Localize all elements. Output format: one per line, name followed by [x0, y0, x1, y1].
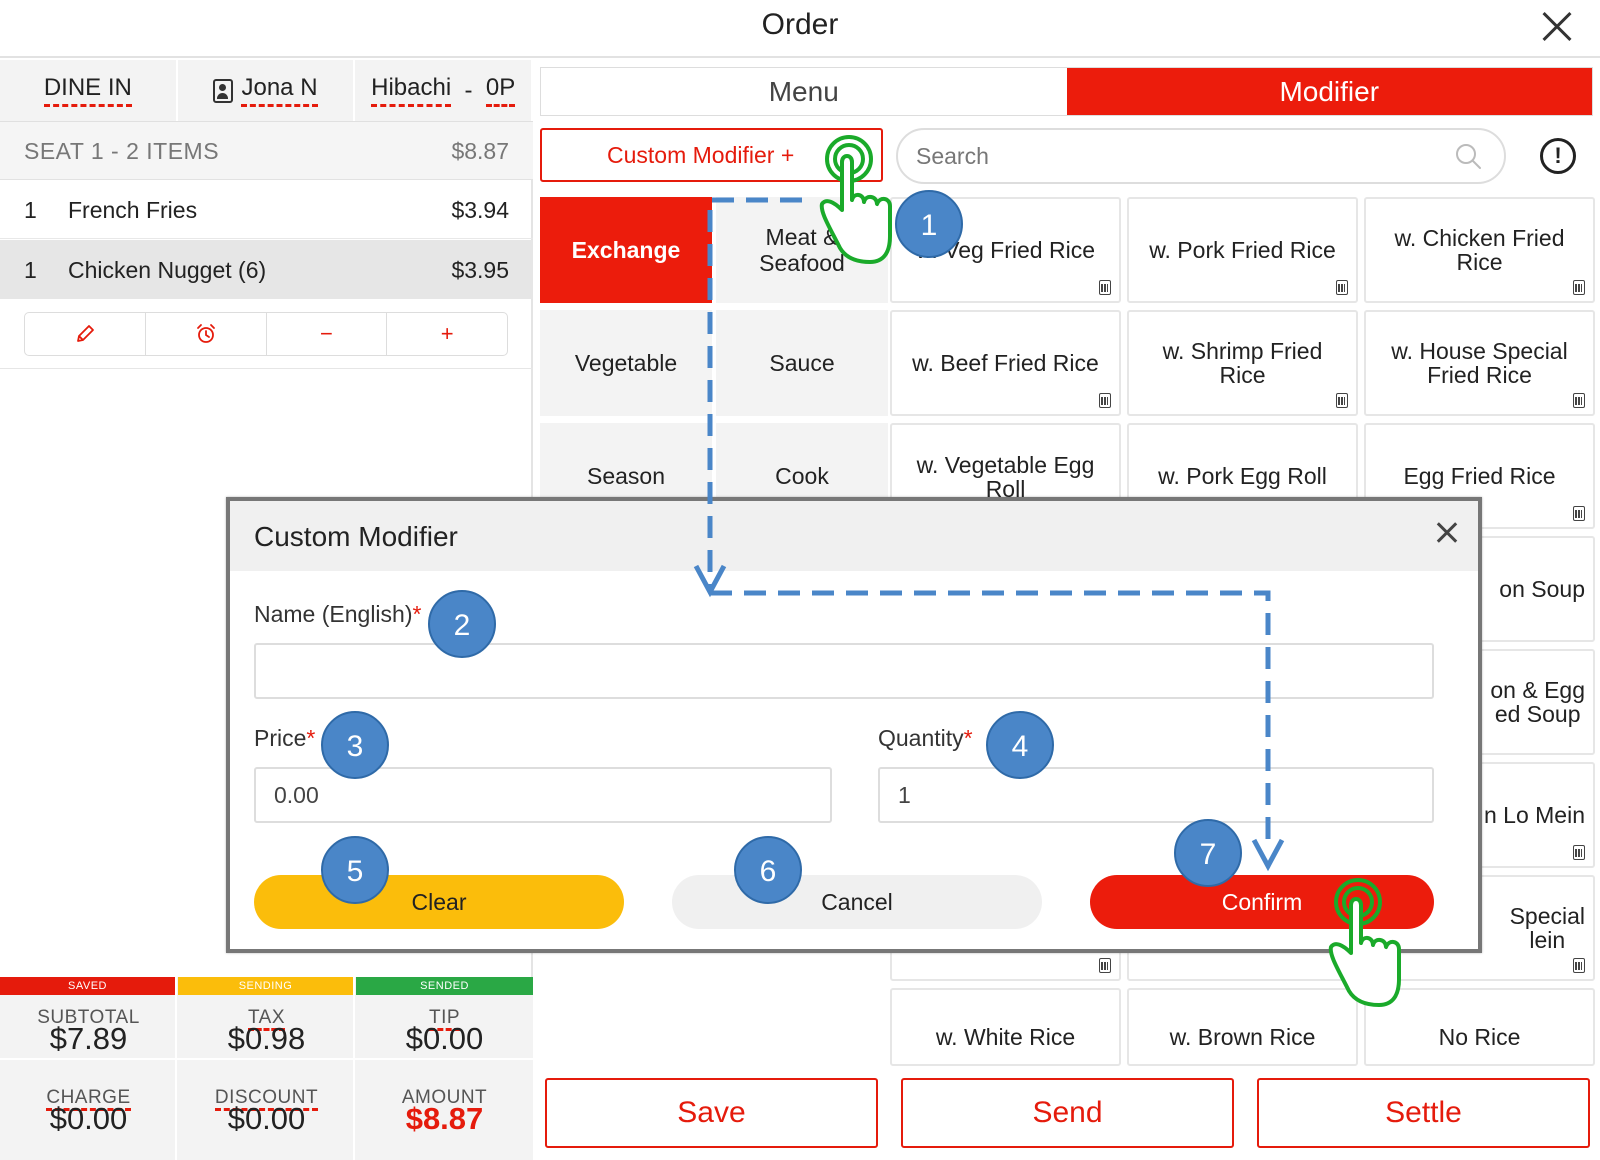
discount-value: $0.00 [227, 1101, 306, 1136]
table-button[interactable]: Hibachi - 0P [355, 60, 534, 121]
edit-button[interactable] [25, 313, 146, 355]
server-button[interactable]: Jona N [178, 60, 356, 121]
order-type-button[interactable]: DINE IN [0, 60, 178, 121]
modifier-item[interactable]: w. Beef Fried Rice [890, 310, 1121, 416]
custom-modifier-dialog: Custom Modifier Name (English)* Price* 0… [226, 497, 1482, 953]
person-badge-icon [213, 78, 234, 103]
calculator-icon [1336, 393, 1348, 408]
sending-status-bar: SENDING [178, 977, 353, 995]
totals-panel: SAVED SUBTOTAL $7.89 CHARGE $0.00 SENDIN… [0, 977, 533, 1160]
calculator-icon [1573, 845, 1585, 860]
tip-value: $0.00 [405, 1021, 484, 1056]
close-icon[interactable] [1536, 6, 1576, 46]
name-label: Name (English)* [254, 601, 422, 627]
name-input[interactable] [254, 643, 1434, 699]
page-title: Order [761, 8, 839, 41]
dialog-header: Custom Modifier [230, 501, 1478, 571]
category-meat-seafood[interactable]: Meat & Seafood [716, 197, 888, 303]
price-input[interactable]: 0.00 [254, 767, 832, 823]
item-qty: 1 [24, 197, 37, 223]
dialog-title: Custom Modifier [254, 521, 458, 552]
order-item-row-selected[interactable]: 1 Chicken Nugget (6) $3.95 [0, 240, 533, 299]
tab-modifier[interactable]: Modifier [1066, 68, 1592, 115]
quantity-input[interactable]: 1 [878, 767, 1434, 823]
modifier-item[interactable]: w. Pork Fried Rice [1127, 197, 1358, 303]
category-exchange[interactable]: Exchange [540, 197, 712, 303]
close-icon[interactable] [1434, 519, 1460, 545]
subtotal-value: $7.89 [49, 1021, 128, 1056]
confirm-button[interactable]: Confirm [1090, 875, 1434, 929]
calculator-icon [1099, 393, 1111, 408]
decrease-button[interactable]: − [267, 313, 388, 355]
modifier-item[interactable]: w. Veg Fried Rice [890, 197, 1121, 303]
tax-column: SENDING TAX $0.98 DISCOUNT $0.00 [178, 977, 355, 1160]
amount-value: $8.87 [405, 1101, 484, 1136]
item-action-bar: − + [24, 312, 508, 356]
saved-status-bar: SAVED [0, 977, 175, 995]
seat-label: SEAT 1 - 2 ITEMS [24, 138, 220, 164]
calculator-icon [1573, 280, 1585, 295]
timer-button[interactable] [146, 313, 267, 355]
modifier-item[interactable]: w. Brown Rice [1127, 988, 1358, 1066]
settle-button[interactable]: Settle [1257, 1078, 1590, 1148]
modifier-item[interactable]: w. Shrimp Fried Rice [1127, 310, 1358, 416]
seat-header[interactable]: SEAT 1 - 2 ITEMS $8.87 [0, 122, 533, 180]
calculator-icon [1099, 280, 1111, 295]
modifier-item[interactable]: w. House Special Fried Rice [1364, 310, 1595, 416]
divider [0, 1058, 533, 1060]
search-input[interactable]: Search [896, 128, 1506, 184]
save-button[interactable]: Save [545, 1078, 878, 1148]
item-name: Chicken Nugget (6) [68, 257, 267, 283]
info-alert-icon[interactable]: ! [1540, 138, 1576, 174]
quantity-label: Quantity* [878, 725, 973, 751]
charge-value: $0.00 [49, 1101, 128, 1136]
plus-icon: + [440, 321, 454, 346]
pencil-icon [76, 325, 94, 342]
menu-modifier-tabs: Menu Modifier [540, 67, 1593, 116]
calculator-icon [1336, 280, 1348, 295]
clear-button[interactable]: Clear [254, 875, 624, 929]
order-item-row[interactable]: 1 French Fries $3.94 [0, 180, 533, 239]
modifier-item[interactable]: w. White Rice [890, 988, 1121, 1066]
order-info-bar: DINE IN Jona N Hibachi - 0P [0, 60, 534, 122]
search-placeholder: Search [916, 143, 989, 169]
calculator-icon [1099, 958, 1111, 973]
header-bar: Order [0, 0, 1600, 58]
calculator-icon [1573, 393, 1585, 408]
item-qty: 1 [24, 257, 37, 283]
tip-column: SENDED TIP $0.00 AMOUNT $8.87 [356, 977, 533, 1160]
cancel-button[interactable]: Cancel [672, 875, 1042, 929]
category-sauce[interactable]: Sauce [716, 310, 888, 416]
item-name: French Fries [68, 197, 198, 223]
minus-icon: − [319, 321, 333, 346]
tax-value: $0.98 [227, 1021, 306, 1056]
item-price: $3.94 [451, 197, 509, 223]
seat-total: $8.87 [451, 138, 509, 164]
custom-modifier-button[interactable]: Custom Modifier + [540, 128, 883, 182]
item-price: $3.95 [451, 257, 509, 283]
send-button[interactable]: Send [901, 1078, 1234, 1148]
category-vegetable[interactable]: Vegetable [540, 310, 712, 416]
calculator-icon [1573, 958, 1585, 973]
sended-status-bar: SENDED [356, 977, 533, 995]
increase-button[interactable]: + [387, 313, 507, 355]
modifier-item[interactable]: No Rice [1364, 988, 1595, 1066]
tab-menu[interactable]: Menu [541, 68, 1067, 115]
search-icon [1456, 144, 1481, 169]
divider [0, 368, 533, 369]
alarm-clock-icon [196, 324, 215, 343]
calculator-icon [1573, 506, 1585, 521]
subtotal-column: SAVED SUBTOTAL $7.89 CHARGE $0.00 [0, 977, 177, 1160]
modifier-item[interactable]: w. Chicken Fried Rice [1364, 197, 1595, 303]
price-label: Price* [254, 725, 316, 751]
